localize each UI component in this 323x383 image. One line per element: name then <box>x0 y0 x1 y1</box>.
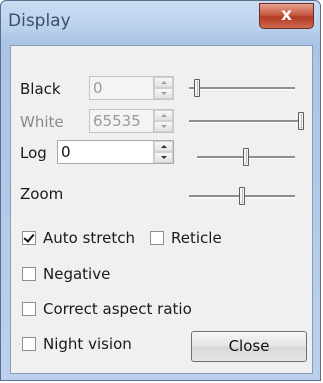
log-spinbox[interactable]: 0 <box>57 140 174 164</box>
display-window: Display x Black 0 White 65535 Log 0 Zoom… <box>0 0 321 381</box>
night-vision-checkbox[interactable] <box>22 337 36 351</box>
black-label: Black <box>20 80 61 98</box>
spin-up-icon <box>161 114 167 117</box>
white-value: 65535 <box>93 112 141 130</box>
spin-up-icon <box>161 81 167 84</box>
black-slider-thumb[interactable] <box>194 79 200 97</box>
correct-aspect-ratio-label: Correct aspect ratio <box>43 300 192 318</box>
log-slider[interactable] <box>197 146 295 170</box>
zoom-slider[interactable] <box>189 185 295 209</box>
correct-aspect-ratio-checkbox[interactable] <box>22 302 36 316</box>
white-spinbox[interactable]: 65535 <box>89 109 174 133</box>
white-slider-track <box>189 120 304 123</box>
close-button-label: Close <box>228 337 270 355</box>
auto-stretch-checkbox[interactable] <box>22 231 36 245</box>
black-value: 0 <box>93 79 103 97</box>
checkmark-icon <box>23 231 35 243</box>
log-spin-up-button[interactable] <box>154 141 173 152</box>
title-bar[interactable]: Display x <box>1 1 320 45</box>
reticle-label: Reticle <box>171 229 222 247</box>
white-label: White <box>20 113 64 131</box>
black-spin-up-button[interactable] <box>154 77 173 88</box>
white-slider[interactable] <box>189 110 319 134</box>
zoom-slider-thumb[interactable] <box>239 187 245 205</box>
black-slider[interactable] <box>189 77 295 101</box>
white-spin-up-button[interactable] <box>154 110 173 121</box>
close-button[interactable]: Close <box>191 331 307 362</box>
reticle-checkbox[interactable] <box>150 231 164 245</box>
window-close-button[interactable]: x <box>259 3 314 29</box>
black-slider-track <box>189 87 295 90</box>
spin-up-icon <box>161 145 167 148</box>
zoom-label: Zoom <box>20 185 64 203</box>
display-panel: Black 0 White 65535 Log 0 Zoom Auto stre… <box>10 45 313 374</box>
white-spin-down-button[interactable] <box>154 121 173 132</box>
spin-down-icon <box>161 92 167 95</box>
auto-stretch-label: Auto stretch <box>43 229 135 247</box>
close-icon: x <box>281 5 292 25</box>
log-value: 0 <box>61 143 71 161</box>
spin-down-icon <box>161 125 167 128</box>
log-slider-thumb[interactable] <box>243 148 249 166</box>
window-title: Display <box>8 11 71 31</box>
black-spinbox[interactable]: 0 <box>89 76 174 100</box>
spin-down-icon <box>161 156 167 159</box>
black-spin-down-button[interactable] <box>154 88 173 99</box>
log-label: Log <box>20 144 47 162</box>
log-spin-down-button[interactable] <box>154 152 173 163</box>
night-vision-label: Night vision <box>43 335 132 353</box>
negative-checkbox[interactable] <box>22 267 36 281</box>
white-slider-thumb[interactable] <box>298 112 304 130</box>
negative-label: Negative <box>43 265 111 283</box>
